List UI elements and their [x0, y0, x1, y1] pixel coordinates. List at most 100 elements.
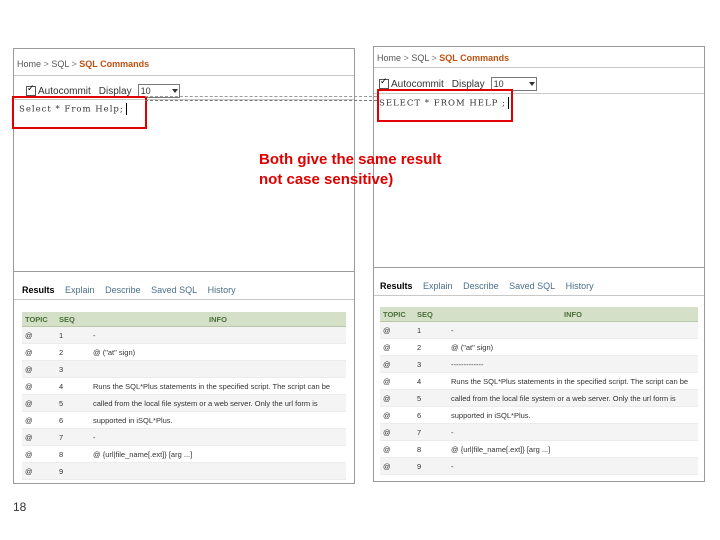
breadcrumb-current: SQL Commands: [439, 53, 510, 63]
divider: [14, 75, 354, 76]
table-row: @7-: [380, 423, 698, 441]
info-cell: -------------: [448, 355, 698, 373]
tab-explain[interactable]: Explain: [65, 285, 95, 295]
seq-cell: 1: [56, 326, 90, 344]
connector-dashed-line: [145, 100, 377, 101]
topic-cell: @: [22, 377, 56, 395]
display-label: Display: [98, 85, 132, 97]
display-label: Display: [451, 78, 485, 90]
breadcrumb-separator: >: [71, 59, 77, 69]
seq-cell: 3: [414, 355, 448, 373]
seq-cell: 4: [414, 372, 448, 390]
breadcrumb: Home > SQL > SQL Commands: [377, 53, 509, 63]
column-header-topic: TOPIC: [22, 312, 56, 327]
breadcrumb-home[interactable]: Home: [17, 59, 41, 69]
table-row: @3: [22, 360, 346, 378]
info-cell: -: [448, 423, 698, 441]
topic-cell: @: [22, 445, 56, 463]
autocommit-checkbox[interactable]: [26, 83, 36, 96]
breadcrumb-separator: >: [403, 53, 409, 63]
annotation-text: Both give the same result not case sensi…: [259, 150, 442, 190]
seq-cell: 3: [56, 360, 90, 378]
breadcrumb-separator: >: [431, 53, 437, 63]
seq-cell: 8: [56, 445, 90, 463]
seq-cell: 4: [56, 377, 90, 395]
results-tabs: Results Explain Describe Saved SQL Histo…: [22, 285, 354, 295]
topic-cell: @: [380, 321, 414, 339]
tab-history[interactable]: History: [566, 281, 594, 291]
divider: [14, 299, 354, 300]
seq-cell: 7: [414, 423, 448, 441]
seq-cell: 5: [414, 389, 448, 407]
tab-describe[interactable]: Describe: [463, 281, 499, 291]
results-tabs: Results Explain Describe Saved SQL Histo…: [380, 281, 704, 291]
tab-saved-sql[interactable]: Saved SQL: [151, 285, 197, 295]
table-row: @7-: [22, 428, 346, 446]
table-header-row: TOPIC SEQ INFO: [22, 312, 346, 327]
topic-cell: @: [380, 389, 414, 407]
tab-results[interactable]: Results: [380, 281, 413, 291]
info-cell: -: [90, 428, 346, 446]
autocommit-label: Autocommit: [391, 78, 444, 90]
topic-cell: @: [380, 406, 414, 424]
table-row: @4 Runs the SQL*Plus statements in the sp…: [22, 377, 346, 395]
info-cell: -: [448, 321, 698, 339]
table-row: @4 Runs the SQL*Plus statements in the sp…: [380, 372, 698, 390]
breadcrumb-sql[interactable]: SQL: [411, 53, 429, 63]
chevron-down-icon: [171, 89, 178, 93]
tab-saved-sql[interactable]: Saved SQL: [509, 281, 555, 291]
tab-explain[interactable]: Explain: [423, 281, 453, 291]
topic-cell: @: [380, 355, 414, 373]
divider: [374, 295, 704, 296]
chevron-down-icon: [528, 82, 535, 86]
editor-bottom-border: [374, 267, 704, 268]
tab-results[interactable]: Results: [22, 285, 55, 295]
breadcrumb-sql[interactable]: SQL: [51, 59, 69, 69]
topic-cell: @: [380, 457, 414, 475]
info-cell: @ ("at" sign): [90, 343, 346, 361]
table-row: @2 @ ("at" sign): [22, 343, 346, 361]
info-cell: -: [90, 326, 346, 344]
results-table: TOPIC SEQ INFO @1- @2 @ ("at" sign) @3 ---…: [380, 307, 698, 475]
info-cell: [90, 462, 346, 480]
display-select-value: 10: [493, 79, 504, 89]
info-cell: @ {url|file_name[.ext]} [arg ...]: [448, 440, 698, 458]
table-header-row: TOPIC SEQ INFO: [380, 307, 698, 322]
table-row: @2 @ ("at" sign): [380, 338, 698, 356]
tab-describe[interactable]: Describe: [105, 285, 141, 295]
results-table: TOPIC SEQ INFO @1- @2 @ ("at" sign) @3 @4…: [22, 312, 346, 480]
info-cell: -: [448, 457, 698, 475]
seq-cell: 6: [56, 411, 90, 429]
breadcrumb-home[interactable]: Home: [377, 53, 401, 63]
annotation-line-2: not case sensitive): [259, 171, 394, 188]
column-header-seq: SEQ: [56, 312, 90, 327]
info-cell: @ {url|file_name[.ext]} [arg ...]: [90, 445, 346, 463]
column-header-seq: SEQ: [414, 307, 448, 322]
topic-cell: @: [380, 423, 414, 441]
topic-cell: @: [22, 411, 56, 429]
info-cell: supported in iSQL*Plus.: [90, 411, 346, 429]
table-row: @8 @ {url|file_name[.ext]} [arg ...]: [22, 445, 346, 463]
seq-cell: 5: [56, 394, 90, 412]
left-query-highlight: [12, 96, 147, 129]
display-select-value: 10: [140, 86, 151, 96]
table-row: @1-: [22, 326, 346, 344]
seq-cell: 2: [56, 343, 90, 361]
table-row: @6 supported in iSQL*Plus.: [380, 406, 698, 424]
info-cell: Runs the SQL*Plus statements in the spec…: [448, 372, 698, 390]
topic-cell: @: [22, 394, 56, 412]
table-row: @1-: [380, 321, 698, 339]
info-cell: [90, 360, 346, 378]
info-cell: called from the local file system or a w…: [448, 389, 698, 407]
seq-cell: 1: [414, 321, 448, 339]
table-row: @5 called from the local file system or a…: [380, 389, 698, 407]
divider: [374, 67, 704, 68]
seq-cell: 9: [414, 457, 448, 475]
seq-cell: 9: [56, 462, 90, 480]
info-cell: Runs the SQL*Plus statements in the spec…: [90, 377, 346, 395]
autocommit-checkbox[interactable]: [379, 76, 389, 89]
table-row: @5 called from the local file system or a…: [22, 394, 346, 412]
seq-cell: 7: [56, 428, 90, 446]
tab-history[interactable]: History: [208, 285, 236, 295]
editor-bottom-border: [14, 271, 354, 272]
